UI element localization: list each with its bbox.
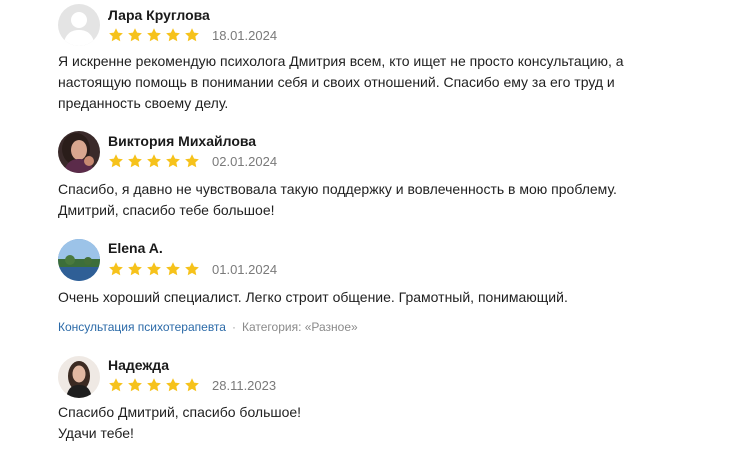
- review-date: 28.11.2023: [212, 377, 277, 393]
- photo-avatar: [58, 131, 100, 173]
- review-text: Я искренне рекомендую психолога Дмитрия …: [58, 51, 678, 114]
- star-icon: [109, 378, 123, 392]
- star-icon: [166, 28, 180, 42]
- star-icon: [128, 378, 142, 392]
- review-text-line: Я искренне рекомендую психолога Дмитрия …: [58, 53, 624, 69]
- avatar[interactable]: [58, 356, 100, 398]
- service-link[interactable]: Консультация психотерапевта: [58, 320, 226, 334]
- star-icon: [128, 154, 142, 168]
- photo-avatar: [58, 356, 100, 398]
- review-text-line: Спасибо Дмитрий, спасибо большое!: [58, 404, 302, 420]
- review-text-line: настоящую помощь в понимании себя и свои…: [58, 74, 615, 90]
- review-date: 01.01.2024: [212, 261, 278, 277]
- review-text-line: Очень хороший специалист. Легко строит о…: [58, 289, 568, 305]
- review-text-line: преданность своему делу.: [58, 95, 229, 111]
- star-icon: [147, 154, 161, 168]
- star-icon: [147, 28, 161, 42]
- star-icon: [185, 378, 199, 392]
- star-icon: [185, 154, 199, 168]
- meta-separator: ·: [231, 320, 236, 334]
- review-category: Категория: «Разное»: [241, 320, 358, 334]
- star-icon: [147, 378, 161, 392]
- star-icon: [109, 262, 123, 276]
- avatar[interactable]: [58, 131, 100, 173]
- rating-stars: [108, 153, 200, 169]
- review-text-line: Спасибо, я давно не чувствовала такую по…: [58, 181, 617, 197]
- review-text: Очень хороший специалист. Легко строит о…: [58, 287, 678, 308]
- default-avatar-icon: [58, 4, 100, 46]
- star-icon: [109, 28, 123, 42]
- star-icon: [185, 262, 199, 276]
- avatar[interactable]: [58, 239, 100, 281]
- review-author[interactable]: Виктория Михайлова: [108, 133, 256, 149]
- review-rating: 28.11.2023: [108, 376, 276, 394]
- rating-stars: [108, 377, 200, 393]
- review-author[interactable]: Elena A.: [108, 240, 163, 256]
- star-icon: [128, 262, 142, 276]
- star-icon: [147, 262, 161, 276]
- review-date: 02.01.2024: [212, 153, 278, 169]
- landscape-photo-avatar: [58, 239, 100, 281]
- review-text-line: Дмитрий, спасибо тебе большое!: [58, 202, 275, 218]
- review-meta: Консультация психотерапевта · Категория: «…: [58, 320, 358, 334]
- star-icon: [166, 378, 180, 392]
- review-rating: 18.01.2024: [108, 26, 277, 44]
- rating-stars: [108, 27, 200, 43]
- review-rating: 01.01.2024: [108, 260, 277, 278]
- review-author[interactable]: Надежда: [108, 357, 169, 373]
- review-text-line: Удачи тебе!: [58, 425, 134, 441]
- star-icon: [128, 28, 142, 42]
- star-icon: [166, 262, 180, 276]
- star-icon: [109, 154, 123, 168]
- rating-stars: [108, 261, 200, 277]
- avatar[interactable]: [58, 4, 100, 46]
- star-icon: [185, 28, 199, 42]
- review-date: 18.01.2024: [212, 27, 278, 43]
- star-icon: [166, 154, 180, 168]
- review-text: Спасибо, я давно не чувствовала такую по…: [58, 179, 678, 221]
- review-text: Спасибо Дмитрий, спасибо большое! Удачи …: [58, 402, 678, 444]
- review-author[interactable]: Лара Круглова: [108, 7, 210, 23]
- review-rating: 02.01.2024: [108, 152, 277, 170]
